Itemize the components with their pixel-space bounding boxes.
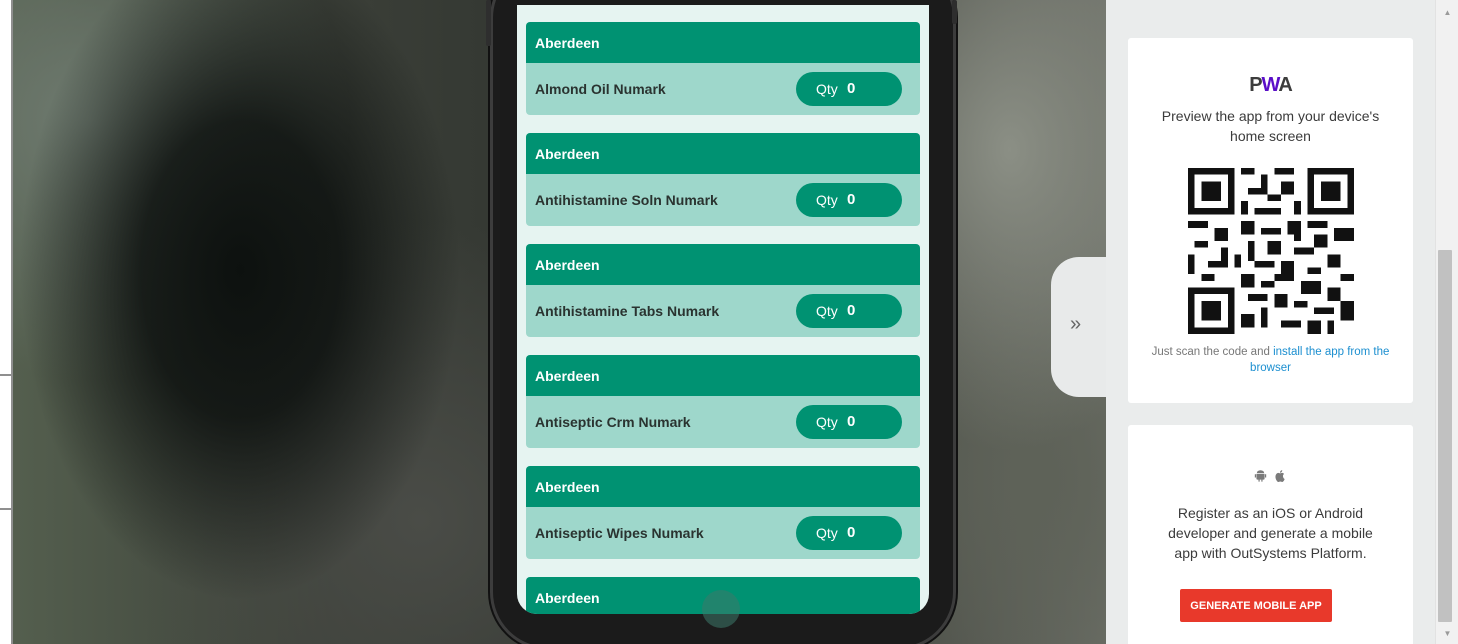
item-location: Aberdeen <box>526 133 920 174</box>
list-item[interactable]: Aberdeen Almond Oil Numark Qty 0 <box>526 22 920 115</box>
pwa-card: PWA Preview the app from your device's h… <box>1128 38 1413 403</box>
item-location: Aberdeen <box>526 466 920 507</box>
item-product-name: Antihistamine Soln Numark <box>535 192 718 208</box>
scroll-up-arrow-icon[interactable]: ▲ <box>1436 4 1458 21</box>
qty-label: Qty <box>816 192 838 208</box>
platform-icons <box>1128 469 1413 485</box>
item-row: Antiseptic Wipes Numark Qty 0 <box>526 507 920 559</box>
item-location: Aberdeen <box>526 244 920 285</box>
home-indicator[interactable] <box>702 590 740 628</box>
list-item[interactable]: Aberdeen Antihistamine Tabs Numark Qty 0 <box>526 244 920 337</box>
pwa-logo: PWA <box>1249 74 1293 96</box>
scrollbar-thumb[interactable] <box>1438 250 1452 622</box>
item-row: Antiseptic Crm Numark Qty 0 <box>526 396 920 448</box>
list-item[interactable]: Aberdeen Antiseptic Wipes Numark Qty 0 <box>526 466 920 559</box>
qty-value: 0 <box>847 80 856 97</box>
scroll-down-arrow-icon[interactable]: ▼ <box>1436 625 1458 642</box>
qty-label: Qty <box>816 81 838 97</box>
generate-mobile-app-button[interactable]: GENERATE MOBILE APP <box>1180 589 1332 622</box>
qty-label: Qty <box>816 525 838 541</box>
android-icon <box>1254 469 1271 485</box>
item-location: Aberdeen <box>526 22 920 63</box>
item-row: Antihistamine Tabs Numark Qty 0 <box>526 285 920 337</box>
collapse-panel-tab[interactable]: » <box>1051 257 1111 397</box>
qr-code-image <box>1188 168 1354 334</box>
list-item[interactable]: Aberdeen Antiseptic Crm Numark Qty 0 <box>526 355 920 448</box>
native-app-card: Register as an iOS or Android developer … <box>1128 425 1413 644</box>
qty-label: Qty <box>816 303 838 319</box>
qty-value: 0 <box>847 302 856 319</box>
vertical-scrollbar[interactable]: ▲ ▼ <box>1435 0 1458 644</box>
app-screen: Aberdeen Almond Oil Numark Qty 0 Aberdee… <box>517 5 929 614</box>
qty-value: 0 <box>847 413 856 430</box>
native-app-description: Register as an iOS or Android developer … <box>1168 505 1373 561</box>
item-product-name: Antiseptic Crm Numark <box>535 414 691 430</box>
phone-side-button <box>486 0 491 46</box>
item-location: Aberdeen <box>526 355 920 396</box>
qty-button[interactable]: Qty 0 <box>796 183 902 217</box>
item-product-name: Almond Oil Numark <box>535 81 666 97</box>
qty-button[interactable]: Qty 0 <box>796 405 902 439</box>
list-item[interactable]: Aberdeen Antihistamine Soln Numark Qty 0 <box>526 133 920 226</box>
qty-button[interactable]: Qty 0 <box>796 516 902 550</box>
qty-value: 0 <box>847 524 856 541</box>
double-chevron-right-icon: » <box>1070 313 1082 335</box>
item-product-name: Antihistamine Tabs Numark <box>535 303 720 319</box>
item-product-name: Antiseptic Wipes Numark <box>535 525 704 541</box>
qty-label: Qty <box>816 414 838 430</box>
side-panel: PWA Preview the app from your device's h… <box>1106 0 1435 644</box>
item-row: Antihistamine Soln Numark Qty 0 <box>526 174 920 226</box>
qty-value: 0 <box>847 191 856 208</box>
qty-button[interactable]: Qty 0 <box>796 72 902 106</box>
phone-side-button <box>952 0 957 24</box>
apple-icon <box>1274 469 1287 485</box>
item-row: Almond Oil Numark Qty 0 <box>526 63 920 115</box>
pwa-description: Preview the app from your device's home … <box>1161 108 1380 144</box>
qty-button[interactable]: Qty 0 <box>796 294 902 328</box>
left-window-edge <box>0 0 13 644</box>
scan-instructions: Just scan the code and install the app f… <box>1151 346 1390 374</box>
